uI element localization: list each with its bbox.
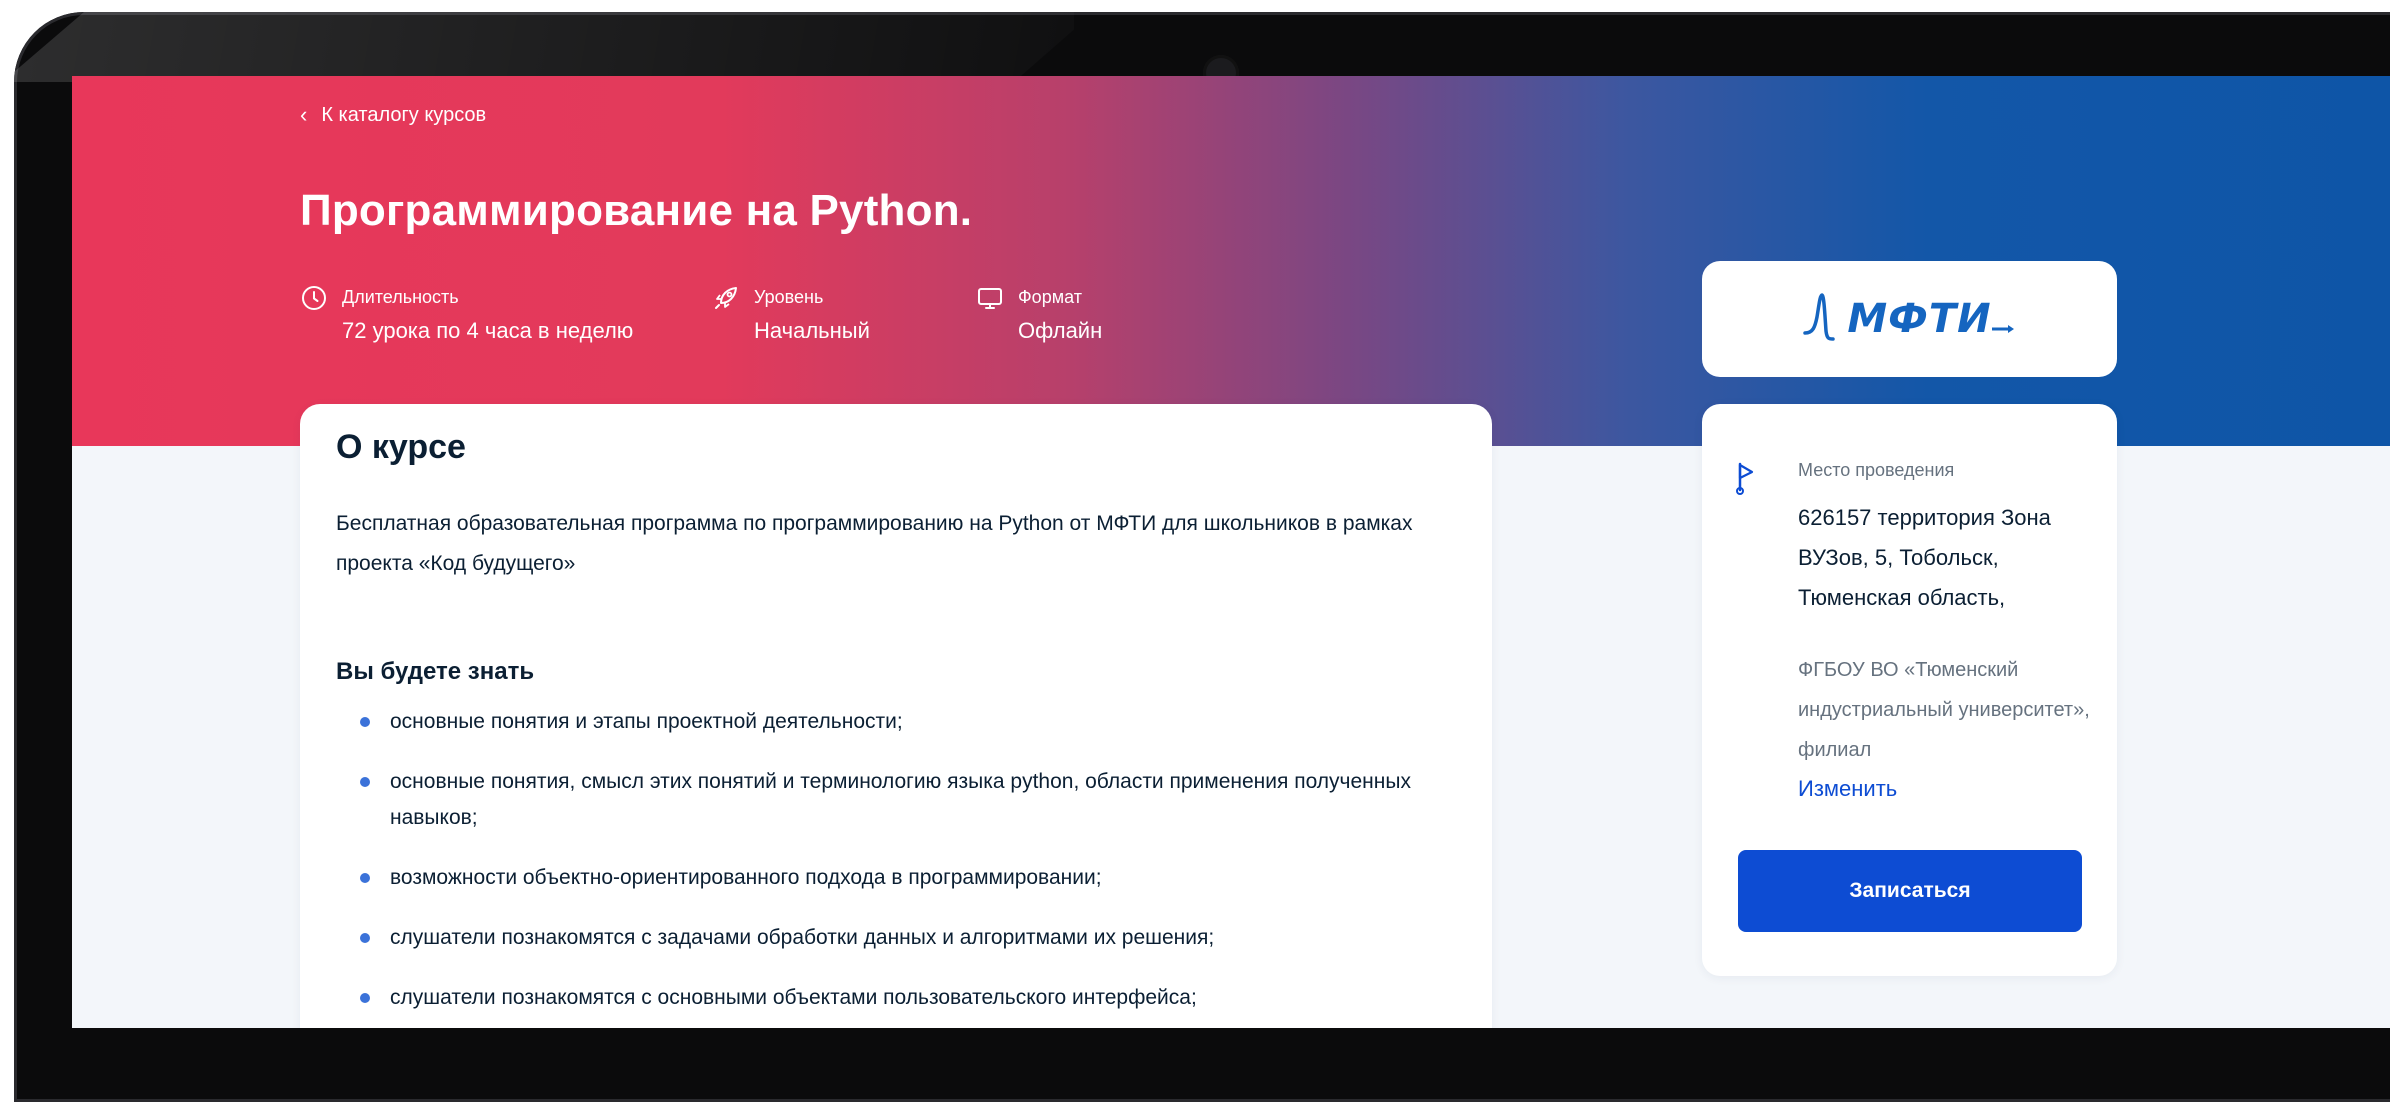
list-item: слушатели познакомятся с основными объек… <box>336 980 1456 1016</box>
screen-glare <box>14 12 1074 82</box>
skill-text: возможности объектно-ориентированного по… <box>390 866 1102 889</box>
list-item: слушатели познакомятся с задачами обрабо… <box>336 920 1456 956</box>
skills-list: основные понятия и этапы проектной деяте… <box>336 704 1456 1028</box>
provider-logo-text: МФТИ <box>1847 296 1992 342</box>
location-flag-icon <box>1736 462 1754 495</box>
rocket-icon <box>715 287 737 309</box>
change-venue-link[interactable]: Изменить <box>1798 776 1897 802</box>
screen: ‹ К каталогу курсов Программирование на … <box>72 76 2390 1028</box>
list-item: основные понятия и этапы проектной деяте… <box>336 704 1456 740</box>
meta-format-value: Офлайн <box>1018 318 1103 343</box>
monitor-icon <box>978 288 1002 309</box>
skills-heading: Вы будете знать <box>336 658 535 685</box>
meta-level: Уровень Начальный <box>712 284 870 348</box>
skill-text: основные понятия, смысл этих понятий и т… <box>390 770 1411 829</box>
meta-level-value: Начальный <box>754 318 870 343</box>
meta-level-label: Уровень <box>754 287 824 307</box>
about-heading: О курсе <box>336 428 466 466</box>
meta-duration-label: Длительность <box>342 287 459 307</box>
chevron-left-icon: ‹ <box>300 102 308 127</box>
back-to-catalog-link[interactable]: ‹ К каталогу курсов <box>300 102 486 128</box>
venue-organization: ФГБОУ ВО «Тюменский индустриальный униве… <box>1798 659 2090 761</box>
bullet-icon <box>360 717 370 727</box>
course-title: Программирование на Python. <box>300 186 973 235</box>
meta-format: Формат Офлайн <box>976 284 1102 348</box>
venue-card: Место проведения 626157 территория Зона … <box>1702 404 2117 976</box>
venue-address: 626157 территория Зона ВУЗов, 5, Тобольс… <box>1798 505 2051 610</box>
back-link-label: К каталогу курсов <box>321 103 487 126</box>
bullet-icon <box>360 993 370 1003</box>
about-course-card: О курсе Бесплатная образовательная прогр… <box>300 404 1492 1028</box>
enroll-button[interactable]: Записаться <box>1738 850 2082 932</box>
venue-label: Место проведения <box>1798 460 1955 480</box>
skill-text: слушатели познакомятся с основными объек… <box>390 986 1197 1009</box>
about-description: Бесплатная образовательная программа по … <box>336 512 1413 575</box>
list-item: основные понятия, смысл этих понятий и т… <box>336 764 1456 836</box>
skill-text: основные понятия и этапы проектной деяте… <box>390 710 903 733</box>
skill-text: слушатели познакомятся с задачами обрабо… <box>390 926 1215 949</box>
provider-logo-card: МФТИ <box>1702 261 2117 377</box>
bullet-icon <box>360 873 370 883</box>
logo-arrow-icon <box>1991 325 2014 333</box>
bullet-icon <box>360 933 370 943</box>
list-item: возможности объектно-ориентированного по… <box>336 860 1456 896</box>
pulse-logo-icon <box>1803 293 1836 341</box>
clock-icon <box>302 286 326 310</box>
meta-duration-value: 72 урока по 4 часа в неделю <box>342 318 634 343</box>
bullet-icon <box>360 777 370 787</box>
meta-duration: Длительность 72 урока по 4 часа в неделю <box>300 284 633 348</box>
meta-format-label: Формат <box>1018 287 1082 307</box>
